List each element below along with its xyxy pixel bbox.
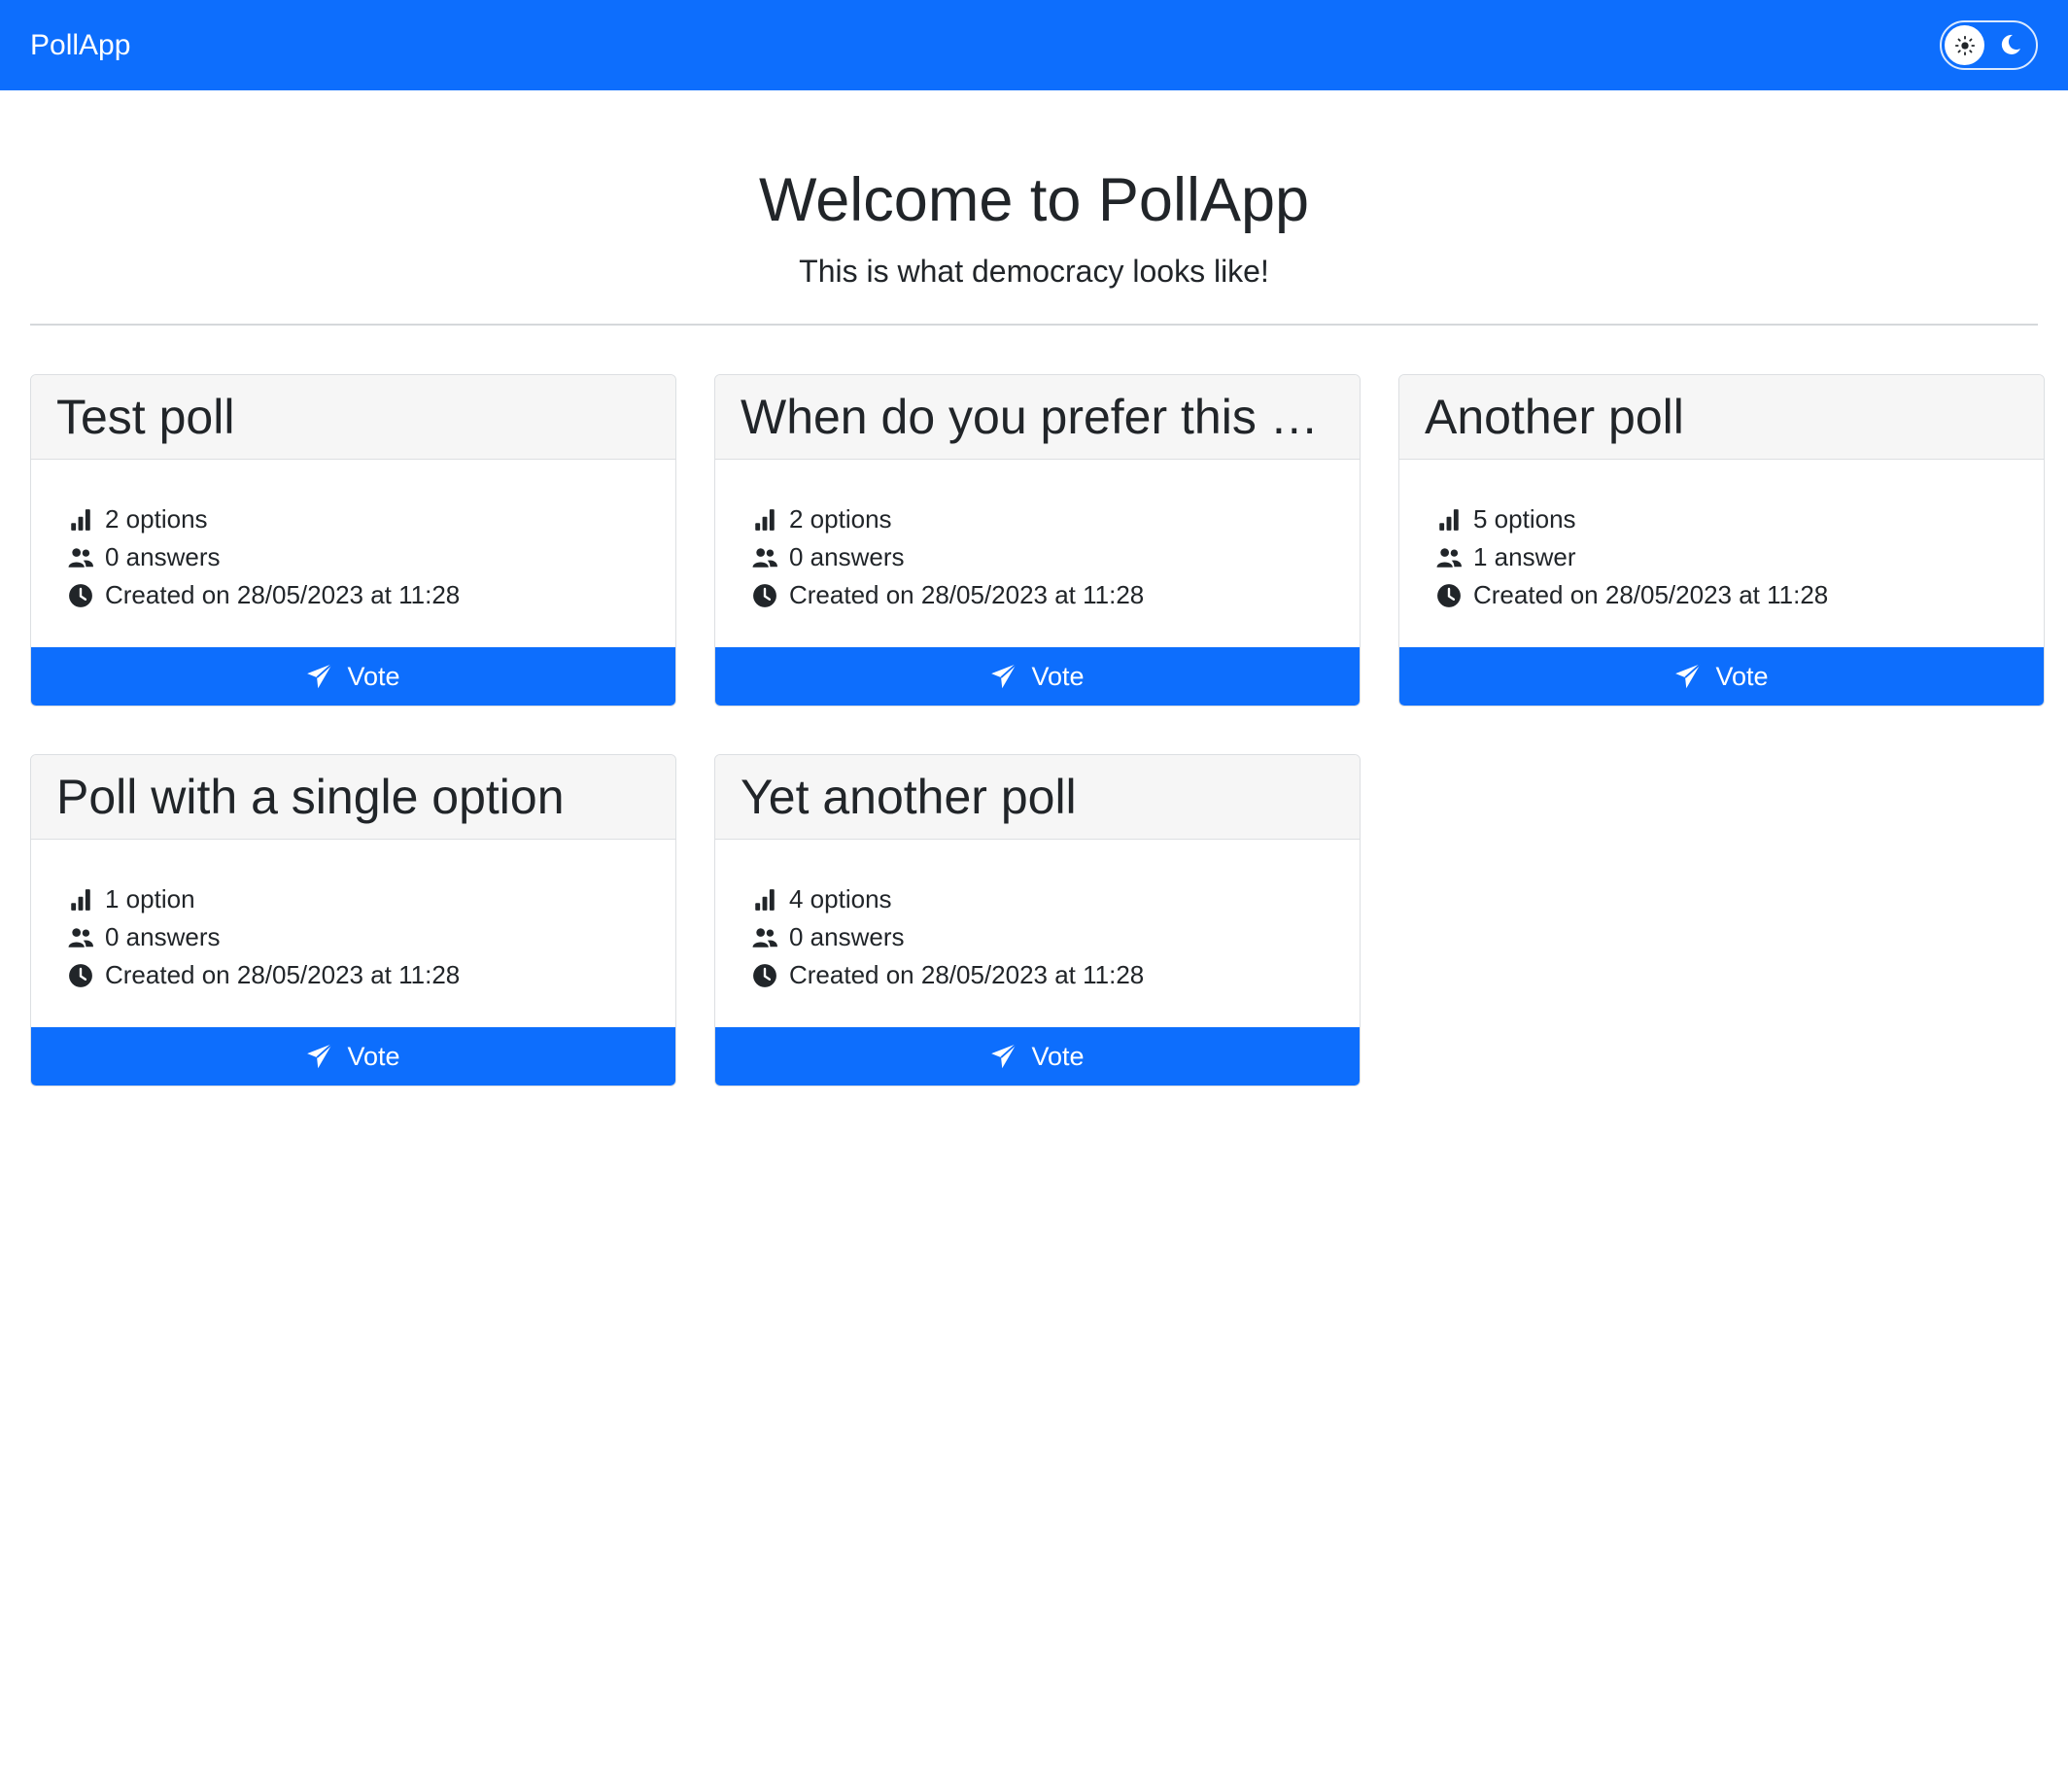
poll-title: Yet another poll [741,770,1077,825]
poll-answers-count: 1 answer [1473,542,1576,572]
poll-title: When do you prefer this c... [741,390,1334,445]
send-icon [991,663,1017,689]
send-icon [307,1043,333,1069]
poll-answers-stat: 1 answer [1436,538,2007,576]
poll-card-body: 5 options 1 answer Created on 28/05/2023… [1399,460,2044,647]
poll-card-header: Yet another poll [715,755,1360,841]
sun-icon [1954,35,1975,55]
poll-options-count: 1 option [105,884,195,914]
poll-card-header: Test poll [31,375,675,461]
poll-created-stat: Created on 28/05/2023 at 11:28 [752,956,1323,994]
send-icon [307,663,333,689]
poll-created-stat: Created on 28/05/2023 at 11:28 [1436,576,2007,614]
poll-options-count: 2 options [789,504,892,534]
brand-link[interactable]: PollApp [30,29,130,62]
poll-options-stat: 2 options [752,500,1323,538]
clock-icon [69,583,92,607]
poll-answers-count: 0 answers [105,542,221,572]
poll-card-body: 4 options 0 answers Created on 28/05/202… [715,840,1360,1027]
poll-card: Yet another poll 4 options 0 answers Cre… [714,754,1361,1087]
people-icon [752,548,777,568]
poll-options-stat: 2 options [68,500,638,538]
moon-icon [2001,34,2020,54]
poll-card-header: When do you prefer this c... [715,375,1360,461]
poll-answers-stat: 0 answers [68,918,638,956]
poll-card-body: 1 option 0 answers Created on 28/05/2023… [31,840,675,1027]
vote-button[interactable]: Vote [31,647,675,706]
poll-card: Test poll 2 options 0 answers Created on… [30,374,676,707]
poll-created-stat: Created on 28/05/2023 at 11:28 [68,956,638,994]
send-icon [1675,663,1702,689]
poll-options-count: 2 options [105,504,208,534]
poll-card: When do you prefer this c... 2 options 0 [714,374,1361,707]
poll-card-body: 2 options 0 answers Created on 28/05/202… [715,460,1360,647]
clock-icon [753,583,776,607]
poll-title: Another poll [1425,390,1684,445]
theme-toggle[interactable] [1940,20,2038,70]
poll-created-stat: Created on 28/05/2023 at 11:28 [752,576,1323,614]
bar-chart-icon [71,508,90,531]
vote-button-label: Vote [1715,661,1769,691]
poll-options-stat: 4 options [752,880,1323,918]
hero: Welcome to PollApp This is what democrac… [0,90,2068,290]
poll-created-date: Created on 28/05/2023 at 11:28 [789,580,1145,610]
vote-button[interactable]: Vote [715,647,1360,706]
toggle-knob [1945,25,1984,65]
people-icon [1436,548,1462,568]
poll-options-count: 4 options [789,884,892,914]
people-icon [68,928,93,948]
clock-icon [1437,583,1461,607]
poll-title: Test poll [56,390,235,445]
send-icon [991,1043,1017,1069]
vote-button-label: Vote [1031,661,1085,691]
bar-chart-icon [755,508,775,531]
poll-options-stat: 1 option [68,880,638,918]
poll-created-date: Created on 28/05/2023 at 11:28 [1473,580,1829,610]
poll-grid: Test poll 2 options 0 answers Created on… [0,326,2068,1087]
navbar: PollApp [0,0,2068,90]
clock-icon [753,963,776,987]
poll-options-stat: 5 options [1436,500,2007,538]
vote-button[interactable]: Vote [715,1027,1360,1086]
page-subtitle: This is what democracy looks like! [799,254,1269,290]
poll-answers-count: 0 answers [789,542,905,572]
poll-answers-count: 0 answers [789,922,905,952]
poll-created-date: Created on 28/05/2023 at 11:28 [105,580,461,610]
bar-chart-icon [71,888,90,911]
poll-options-count: 5 options [1473,504,1576,534]
poll-title: Poll with a single option [56,770,565,825]
vote-button-label: Vote [347,661,400,691]
poll-created-date: Created on 28/05/2023 at 11:28 [789,960,1145,990]
poll-card: Poll with a single option 1 option 0 ans [30,754,676,1087]
vote-button-label: Vote [1031,1041,1085,1071]
vote-button[interactable]: Vote [31,1027,675,1086]
poll-card-header: Poll with a single option [31,755,675,841]
poll-card-body: 2 options 0 answers Created on 28/05/202… [31,460,675,647]
poll-created-stat: Created on 28/05/2023 at 11:28 [68,576,638,614]
clock-icon [69,963,92,987]
vote-button[interactable]: Vote [1399,647,2044,706]
poll-answers-stat: 0 answers [752,918,1323,956]
bar-chart-icon [755,888,775,911]
bar-chart-icon [1439,508,1459,531]
poll-answers-stat: 0 answers [68,538,638,576]
vote-button-label: Vote [347,1041,400,1071]
poll-answers-count: 0 answers [105,922,221,952]
poll-created-date: Created on 28/05/2023 at 11:28 [105,960,461,990]
people-icon [752,928,777,948]
poll-card-header: Another poll [1399,375,2044,461]
people-icon [68,548,93,568]
poll-card: Another poll 5 options 1 answer Created … [1398,374,2045,707]
poll-answers-stat: 0 answers [752,538,1323,576]
page-title: Welcome to PollApp [758,166,1310,234]
